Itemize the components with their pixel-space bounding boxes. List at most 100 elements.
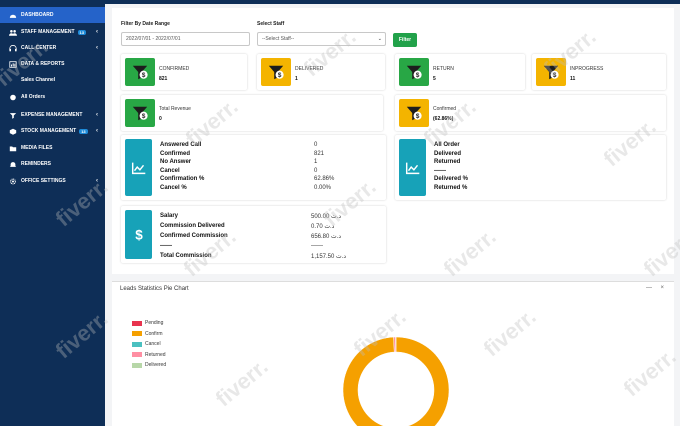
stat-label: Cancel [160,167,180,174]
sidebar-item-expense-management[interactable]: EXPENSE MANAGEMENT ‹ [0,107,105,123]
sidebar-item-label: REMINDERS [21,161,52,167]
stat-value: 0.00% [314,185,332,191]
stat-label: Confirmed [160,150,190,157]
sidebar-item-label: DATA & REPORTS [21,61,65,67]
funnel-dollar-icon: $ [125,58,155,86]
date-range-label: Filter By Date Range [121,21,170,27]
sidebar-item-media-files[interactable]: MEDIA FILES [0,140,105,156]
staff-label: Select Staff [257,21,285,27]
sidebar-item-office-settings[interactable]: OFFICE SETTINGS ‹ [0,173,105,189]
stat-label: Delivered [434,150,462,157]
sidebar-item-label: STAFF MANAGEMENT [21,29,75,35]
delivered-card: $ DELIVERED 1 [257,54,385,90]
stat-value: 0 [314,142,318,148]
funnel-dollar-icon: $ [125,99,155,127]
stat-label: Confirmed Commission [160,233,228,239]
card-title: Confirmed [433,106,457,112]
dashboard-icon [8,12,17,19]
stat-value: 0 [314,167,318,174]
stat-value: 1,157.50 د.ت [311,254,347,260]
sidebar-item-stock-management[interactable]: STOCK MANAGEMENT 13 ‹ [0,123,105,139]
stat-value: 500.00 د.ت [311,214,342,220]
expense-icon [8,112,17,119]
sidebar-item-data-reports[interactable]: DATA & REPORTS [0,56,105,72]
funnel-dollar-icon: $ [399,99,429,127]
sidebar-item-reminders[interactable]: REMINDERS [0,156,105,172]
card-value: (62.86%) [433,116,454,122]
sidebar-item-label: Sales Channel [21,77,56,83]
stat-value: 0.70 د.ت [311,224,335,230]
sidebar-item-dashboard[interactable]: DASHBOARD [0,7,105,23]
sidebar-item-all-orders[interactable]: All Orders [0,89,105,105]
chart-line-icon [125,139,152,196]
stat-label: —— [434,167,446,174]
call-stats-card: Answered Call 0 Confirmed 821 No Answer 1 Canc… [121,135,386,200]
chart-line-icon [399,139,426,196]
date-range-input[interactable]: 2022/07/01 - 2022/07/01 [121,32,250,46]
stat-label: Returned % [434,185,468,191]
date-range-value: 2022/07/01 - 2022/07/01 [126,36,181,42]
stat-label: No Answer [160,159,192,166]
staff-select[interactable]: --Select Staff-- ⌄ [257,32,386,46]
sidebar-item-staff-management[interactable]: STAFF MANAGEMENT 13 ‹ [0,24,105,40]
chevron-left-icon: ‹ [96,128,98,134]
sidebar-item-label: OFFICE SETTINGS [21,178,66,184]
stat-value: 1 [314,159,318,166]
funnel-dollar-icon: $ [399,58,429,86]
svg-text:$: $ [278,72,282,79]
sidebar-item-label: EXPENSE MANAGEMENT [21,112,83,118]
stock-icon [8,128,17,135]
card-title: DELIVERED [295,66,324,72]
stat-label: —— [160,243,172,249]
total-revenue-card: $ Total Revenue 0 [121,95,383,131]
report-icon [8,60,17,68]
stat-label: Confirmation % [160,176,205,183]
stat-value: 821 [314,150,325,157]
headset-icon [8,44,17,52]
funnel-dollar-icon: $ [536,58,566,86]
media-icon [8,145,17,152]
funnel-dollar-icon: $ [261,58,291,86]
card-title: INPROGRESS [570,66,604,72]
order-stats-card: All Order1306Delivered1Returned5————Deli… [395,135,666,200]
svg-text:$: $ [142,72,146,79]
svg-text:$: $ [416,113,420,120]
orders-icon [8,94,17,101]
stat-label: Salary [160,213,179,219]
bell-icon [8,161,17,168]
stat-label: All Order [434,142,460,148]
sidebar-item-label: DASHBOARD [21,12,54,18]
count-badge: 13 [77,29,86,35]
stat-label: Cancel % [160,185,187,191]
sidebar-item-sales-channel[interactable]: Sales Channel [0,72,105,88]
filter-button[interactable]: Filter [393,33,417,47]
stat-value: 62.86% [314,176,335,183]
confirmed-card: $ CONFIRMED 821 [121,54,247,90]
card-value: 11 [570,76,576,82]
confirmed-percent-card: $ Confirmed (62.86%) [395,95,666,131]
leads-pie-chart-panel: Leads Statistics Pie Chart — × Pending Co… [112,281,674,426]
return-card: $ RETURN 5 [395,54,525,90]
gear-icon [8,178,17,185]
card-value: 5 [433,76,436,82]
pie-chart [342,336,450,426]
sidebar-item-call-center[interactable]: CALL CENTER ‹ [0,40,105,56]
stat-label: Total Commission [160,253,212,259]
chevron-left-icon: ‹ [96,112,98,118]
dollar-icon: $ [125,210,152,259]
card-title: RETURN [433,66,454,72]
sidebar-item-label: CALL CENTER [21,45,57,51]
stat-label: Commission Delivered [160,223,225,229]
chevron-down-icon: ⌄ [377,36,382,42]
stat-label: Delivered % [434,176,469,183]
card-value: 821 [159,76,168,82]
stat-label: Answered Call [160,142,202,148]
svg-text:$: $ [416,72,420,79]
staff-select-value: --Select Staff-- [262,36,295,42]
svg-text:$: $ [553,72,557,79]
chevron-left-icon: ‹ [96,178,98,184]
card-title: CONFIRMED [159,66,190,72]
inprogress-card: $ INPROGRESS 11 [532,54,666,90]
sidebar-item-label: All Orders [21,94,46,100]
stat-value: 656.80 د.ت [311,234,342,240]
